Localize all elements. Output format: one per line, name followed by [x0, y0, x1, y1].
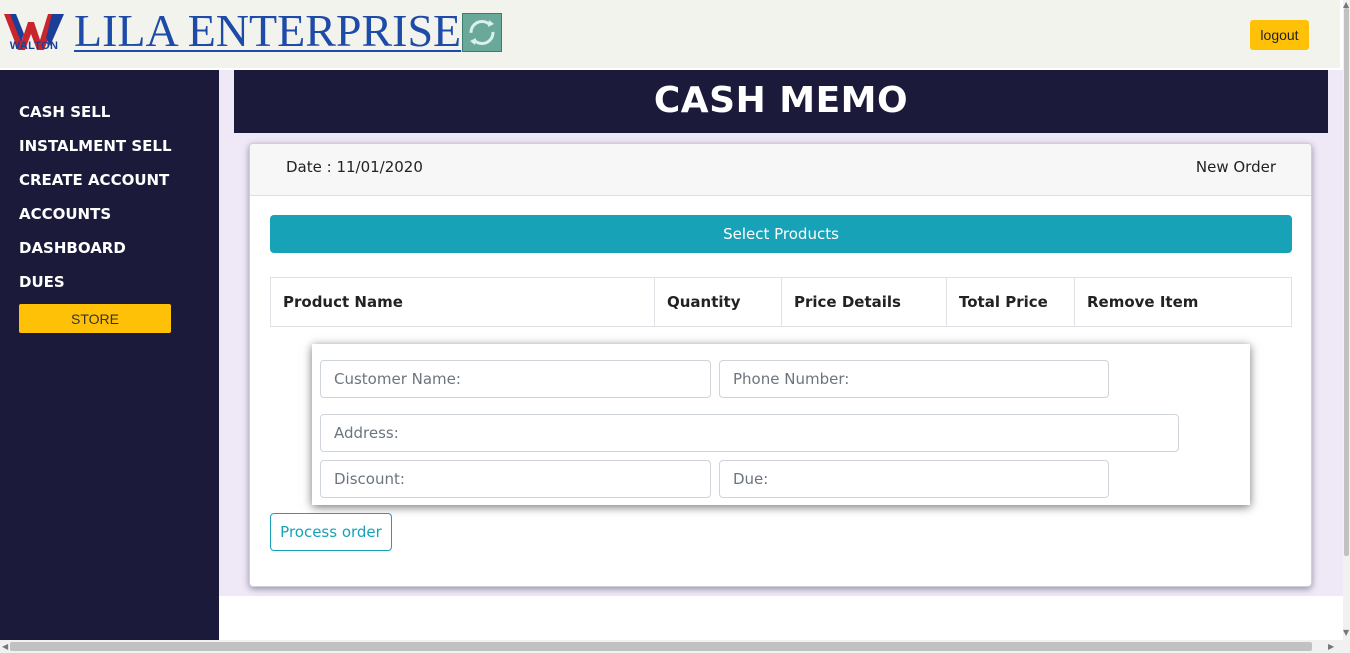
sidebar-item-dashboard[interactable]: DASHBOARD — [19, 239, 126, 257]
due-input[interactable] — [719, 460, 1109, 498]
customer-name-input[interactable] — [320, 360, 711, 398]
vertical-scrollbar-thumb[interactable] — [1344, 8, 1349, 556]
sidebar: CASH SELL INSTALMENT SELL CREATE ACCOUNT… — [0, 70, 219, 640]
column-header-total-price: Total Price — [946, 277, 1075, 327]
column-header-price-details: Price Details — [781, 277, 947, 327]
walton-logo-text: WALTON — [9, 40, 59, 52]
top-bar: WALTON LILA ENTERPRISE logout — [0, 0, 1340, 68]
products-table: Product Name Quantity Price Details Tota… — [270, 277, 1292, 327]
store-button[interactable]: STORE — [19, 304, 171, 333]
sidebar-item-accounts[interactable]: ACCOUNTS — [19, 205, 111, 223]
page-banner: CASH MEMO — [234, 70, 1328, 133]
page-title: CASH MEMO — [653, 80, 909, 121]
order-card: Date : 11/01/2020 New Order Select Produ… — [249, 143, 1312, 587]
scroll-down-arrow-icon[interactable]: ▼ — [1343, 628, 1349, 637]
horizontal-scrollbar-thumb[interactable] — [10, 642, 1312, 651]
sidebar-item-cash-sell[interactable]: CASH SELL — [19, 103, 110, 121]
scroll-left-arrow-icon[interactable]: ◀ — [2, 642, 8, 651]
new-order-label: New Order — [1195, 158, 1276, 176]
refresh-icon[interactable] — [462, 13, 502, 52]
date-label: Date : 11/01/2020 — [286, 158, 423, 176]
column-header-quantity: Quantity — [654, 277, 782, 327]
sidebar-item-instalment-sell[interactable]: INSTALMENT SELL — [19, 137, 172, 155]
scroll-right-arrow-icon[interactable]: ▶ — [1328, 642, 1334, 651]
brand-title[interactable]: LILA ENTERPRISE — [74, 4, 461, 57]
column-header-remove-item: Remove Item — [1074, 277, 1292, 327]
refresh-icon-graphic — [469, 20, 495, 45]
scroll-up-arrow-icon[interactable]: ▲ — [1343, 0, 1349, 9]
phone-number-input[interactable] — [719, 360, 1109, 398]
discount-input[interactable] — [320, 460, 711, 498]
process-order-button[interactable]: Process order — [270, 513, 392, 551]
logout-button[interactable]: logout — [1250, 20, 1309, 50]
table-header-row: Product Name Quantity Price Details Tota… — [270, 277, 1292, 327]
sidebar-item-create-account[interactable]: CREATE ACCOUNT — [19, 171, 169, 189]
card-header: Date : 11/01/2020 New Order — [250, 144, 1311, 196]
address-input[interactable] — [320, 414, 1179, 452]
select-products-button[interactable]: Select Products — [270, 215, 1292, 253]
column-header-product-name: Product Name — [270, 277, 655, 327]
sidebar-item-dues[interactable]: DUES — [19, 273, 65, 291]
customer-form — [312, 344, 1250, 505]
